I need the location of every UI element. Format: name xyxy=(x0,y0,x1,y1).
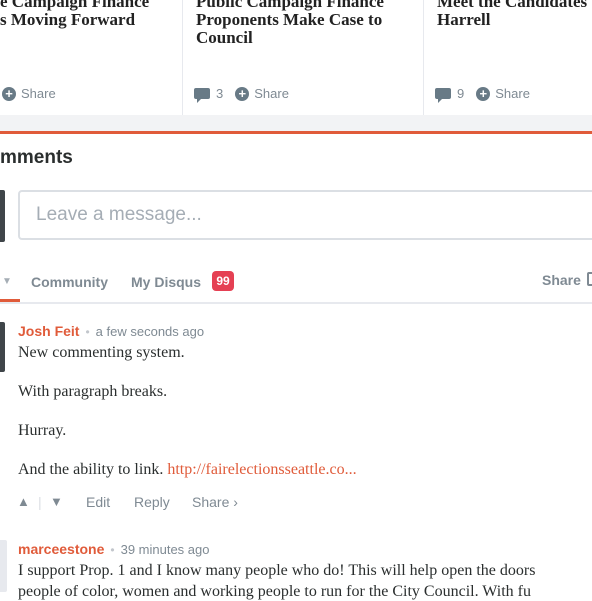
tab-community[interactable]: Community xyxy=(31,274,108,290)
separator-dot: • xyxy=(110,543,115,557)
article-title[interactable]: Meet the Candidates Harrell xyxy=(437,0,587,29)
comment-actions: ▲ | ▼ Edit Reply Share › xyxy=(0,494,592,514)
comment-text: And the ability to link. xyxy=(18,461,168,478)
comment-paragraph: New commenting system. xyxy=(18,344,185,361)
share-link[interactable]: Share xyxy=(21,86,56,101)
article-title-line: Proponents Make Case to xyxy=(196,10,383,29)
comment-paragraph: Hurray. xyxy=(18,422,67,439)
chevron-down-icon[interactable]: ▼ xyxy=(2,276,12,287)
comment-count[interactable]: 9 xyxy=(457,86,464,101)
share-box-icon[interactable] xyxy=(587,272,592,286)
comment-paragraph: With paragraph breaks. xyxy=(18,383,168,400)
article-meta: + Share xyxy=(2,86,56,101)
comment-bubble-icon xyxy=(435,88,451,103)
downvote-icon[interactable]: ▼ xyxy=(50,494,63,509)
comment-bubble-icon xyxy=(194,88,210,103)
share-link[interactable]: Share xyxy=(495,86,530,101)
article-title[interactable]: Public Campaign Finance Proponents Make … xyxy=(196,0,384,47)
article-meta: 3 + Share xyxy=(194,86,289,103)
article-meta: 9 + Share xyxy=(435,86,530,103)
comment-header: Josh Feit • a few seconds ago xyxy=(18,323,204,341)
tab-my-disqus[interactable]: My Disqus xyxy=(131,274,201,290)
article-card[interactable]: Meet the Candidates Harrell 9 + Share xyxy=(423,0,592,115)
share-plus-icon: + xyxy=(235,86,250,101)
section-divider xyxy=(0,115,592,131)
vote-divider: | xyxy=(38,494,42,510)
comment-header: marceestone • 39 minutes ago xyxy=(18,541,210,559)
edit-button[interactable]: Edit xyxy=(86,494,110,510)
separator-dot: • xyxy=(85,325,90,339)
comment-avatar[interactable] xyxy=(0,322,5,372)
comment-author[interactable]: Josh Feit xyxy=(18,323,79,339)
comment-avatar[interactable] xyxy=(0,540,7,592)
article-card[interactable]: Public Campaign Finance Proponents Make … xyxy=(182,0,424,115)
comment-time[interactable]: a few seconds ago xyxy=(96,324,204,339)
related-articles: e Campaign Finance s Moving Forward + Sh… xyxy=(0,0,592,115)
article-card[interactable]: e Campaign Finance s Moving Forward + Sh… xyxy=(0,0,183,115)
article-title[interactable]: e Campaign Finance s Moving Forward xyxy=(0,0,149,29)
share-button[interactable]: Share xyxy=(542,272,581,288)
comment-count[interactable]: 3 xyxy=(216,86,223,101)
share-link[interactable]: Share xyxy=(254,86,289,101)
message-input[interactable] xyxy=(20,192,592,238)
article-title-line: Harrell xyxy=(437,10,491,29)
user-avatar[interactable] xyxy=(0,190,5,242)
notification-badge[interactable]: 99 xyxy=(212,271,234,291)
share-plus-icon: + xyxy=(476,86,491,101)
comment-paragraph: people of color, women and working peopl… xyxy=(18,583,531,600)
message-box[interactable] xyxy=(18,190,592,240)
active-tab-indicator xyxy=(0,299,20,302)
comment-author[interactable]: marceestone xyxy=(18,541,104,557)
comment-paragraph: And the ability to link. http://fairelec… xyxy=(18,461,357,479)
share-plus-icon: + xyxy=(2,86,16,101)
article-title-line: Council xyxy=(196,28,253,47)
accent-divider xyxy=(0,131,592,134)
comment-link[interactable]: http://fairelectionsseattle.co... xyxy=(167,461,356,478)
share-comment-button[interactable]: Share › xyxy=(192,494,238,510)
comments-heading: mments xyxy=(0,147,73,168)
upvote-icon[interactable]: ▲ xyxy=(17,494,30,509)
reply-button[interactable]: Reply xyxy=(134,494,170,510)
comment-time[interactable]: 39 minutes ago xyxy=(121,542,210,557)
comment-paragraph: I support Prop. 1 and I know many people… xyxy=(18,562,536,579)
article-title-line: s Moving Forward xyxy=(0,10,136,29)
